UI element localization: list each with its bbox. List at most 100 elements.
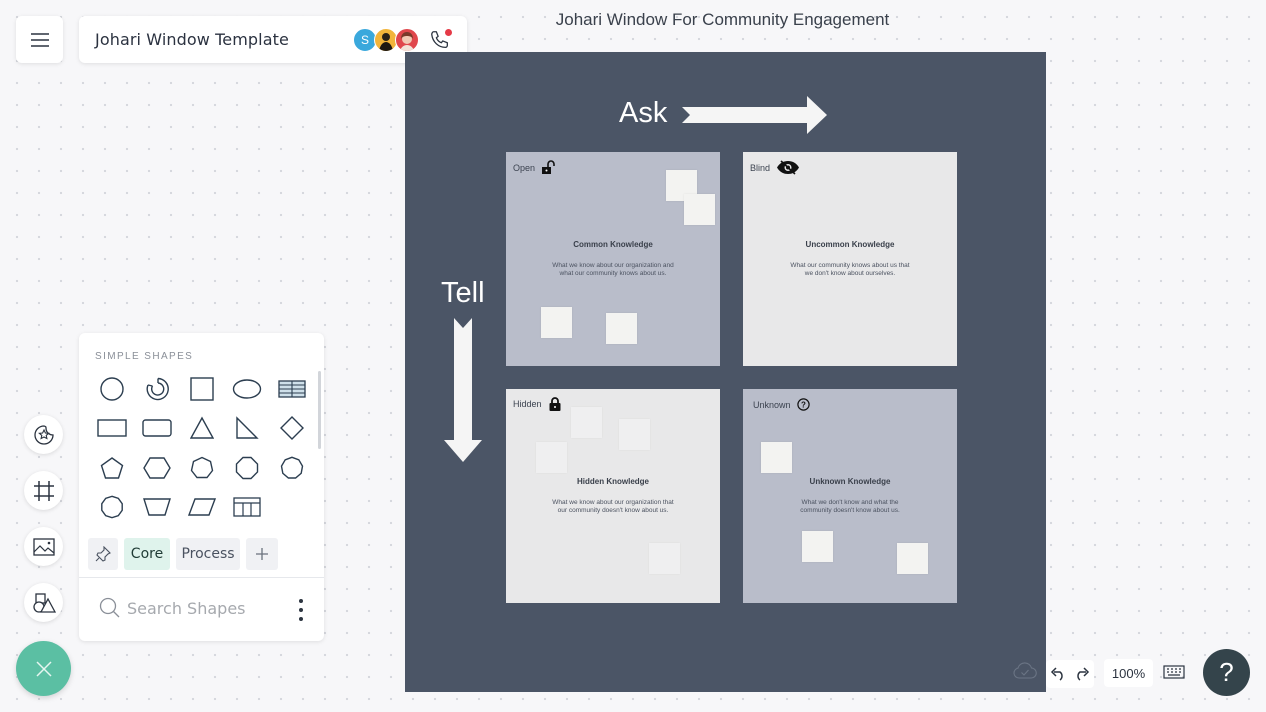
frame-icon <box>33 480 54 501</box>
undo-redo-group <box>1046 660 1094 688</box>
diagram-title[interactable]: Johari Window For Community Engagement <box>405 10 1040 30</box>
search-shapes <box>99 597 277 619</box>
shape-square[interactable] <box>179 369 224 409</box>
shapes-icon <box>32 592 56 613</box>
sticky-note[interactable] <box>684 194 715 225</box>
shape-rectangle[interactable] <box>89 409 134 449</box>
zoom-level[interactable]: 100% <box>1104 659 1153 687</box>
avatar[interactable] <box>395 28 419 52</box>
tab-core[interactable]: Core <box>124 538 170 570</box>
sticker-button[interactable] <box>24 415 63 454</box>
quadrant-label: Hidden <box>513 397 562 411</box>
shape-decagon[interactable] <box>89 488 134 528</box>
tab-process[interactable]: Process <box>176 538 240 570</box>
eye-slash-icon <box>777 160 800 175</box>
library-tabs: Core Process <box>88 538 278 570</box>
shape-arc-ring[interactable] <box>134 369 179 409</box>
pin-icon <box>95 546 111 562</box>
add-library-button[interactable] <box>246 538 278 570</box>
main-menu-button[interactable] <box>16 16 63 63</box>
keyboard-icon <box>1163 665 1185 679</box>
person-photo-icon <box>379 33 393 51</box>
sticky-note[interactable] <box>649 543 680 574</box>
call-button[interactable] <box>427 27 453 53</box>
shape-pentagon[interactable] <box>89 448 134 488</box>
ask-label[interactable]: Ask <box>619 97 667 130</box>
shape-nonagon[interactable] <box>269 448 314 488</box>
quadrant-label: Blind <box>750 160 800 175</box>
keyboard-shortcuts-button[interactable] <box>1163 664 1185 685</box>
canvas-board[interactable]: Ask Tell Open Common Knowledge What we k… <box>405 52 1046 692</box>
quadrant-label-text: Blind <box>750 162 771 173</box>
quadrant-label: Open <box>513 160 556 175</box>
quadrant-title: Unknown Knowledge <box>809 477 891 486</box>
tell-label[interactable]: Tell <box>441 277 485 310</box>
shape-right-triangle[interactable] <box>224 409 269 449</box>
sticky-note[interactable] <box>897 543 928 574</box>
sticky-note[interactable] <box>541 307 572 338</box>
collaborator-list: S <box>353 27 453 53</box>
quadrant-description: What we know about our organization and w… <box>552 262 674 277</box>
quadrant-label-text: Unknown <box>753 399 791 410</box>
quadrant-title: Uncommon Knowledge <box>805 240 895 249</box>
locked-padlock-icon <box>549 397 561 411</box>
shape-parallelogram[interactable] <box>179 488 224 528</box>
shape-grid <box>89 369 314 527</box>
kebab-menu-icon[interactable] <box>298 599 304 621</box>
question-circle-icon: ? <box>796 398 810 411</box>
shape-rounded-rectangle[interactable] <box>134 409 179 449</box>
avatar-initial: S <box>360 33 369 47</box>
quadrant-label-text: Hidden <box>513 399 542 409</box>
sticky-note[interactable] <box>802 531 833 562</box>
help-button[interactable]: ? <box>1203 649 1250 696</box>
frame-button[interactable] <box>24 471 63 510</box>
shape-ellipse[interactable] <box>224 369 269 409</box>
redo-button[interactable] <box>1074 667 1090 681</box>
quadrant-title: Hidden Knowledge <box>577 477 649 486</box>
image-icon <box>32 537 55 556</box>
shape-diamond[interactable] <box>269 409 314 449</box>
panel-heading: SIMPLE SHAPES <box>95 351 194 362</box>
image-button[interactable] <box>24 527 63 566</box>
close-icon <box>35 660 52 677</box>
quadrant-blind[interactable]: Blind Uncommon Knowledge What our commun… <box>743 152 957 366</box>
svg-text:?: ? <box>801 401 806 410</box>
quadrant-label: Unknown ? <box>753 398 810 411</box>
sticky-note[interactable] <box>761 442 792 473</box>
plus-icon <box>256 548 268 560</box>
shape-heptagon[interactable] <box>179 448 224 488</box>
shape-hexagon[interactable] <box>134 448 179 488</box>
document-title[interactable]: Johari Window Template <box>95 30 289 49</box>
quadrant-title: Common Knowledge <box>573 240 653 249</box>
person-photo-icon <box>400 32 414 51</box>
shape-circle[interactable] <box>89 369 134 409</box>
sticky-note[interactable] <box>536 442 567 473</box>
quadrant-description: What we know about our organization that… <box>552 499 674 514</box>
pin-library-button[interactable] <box>88 538 118 570</box>
undo-button[interactable] <box>1050 667 1066 681</box>
unlocked-padlock-icon <box>542 160 555 174</box>
quadrant-hidden[interactable]: Hidden Hidden Knowledge What we know abo… <box>506 389 720 603</box>
close-panel-button[interactable] <box>16 641 71 696</box>
shapes-scrollbar[interactable] <box>318 371 321 449</box>
sticky-note[interactable] <box>619 419 650 450</box>
quadrant-unknown[interactable]: Unknown ? Unknown Knowledge What we don'… <box>743 389 957 603</box>
quadrant-open[interactable]: Open Common Knowledge What we know about… <box>506 152 720 366</box>
shape-triangle[interactable] <box>179 409 224 449</box>
shapes-button[interactable] <box>24 583 63 622</box>
search-icon <box>99 597 120 618</box>
tell-arrow[interactable] <box>444 318 484 464</box>
quadrant-description: What our community knows about us that we… <box>790 262 910 277</box>
cloud-check-icon <box>1013 662 1037 685</box>
ask-arrow[interactable] <box>682 95 828 135</box>
shapes-panel: SIMPLE SHAPES Core Process <box>79 333 324 641</box>
sticky-note[interactable] <box>571 407 602 438</box>
shape-table-striped[interactable] <box>269 369 314 409</box>
shape-grid-table[interactable] <box>224 488 269 528</box>
panel-divider <box>79 577 324 578</box>
shape-trapezoid[interactable] <box>134 488 179 528</box>
shape-octagon[interactable] <box>224 448 269 488</box>
sticky-note[interactable] <box>606 313 637 344</box>
call-active-indicator <box>445 29 452 36</box>
search-shapes-input[interactable] <box>127 598 277 618</box>
